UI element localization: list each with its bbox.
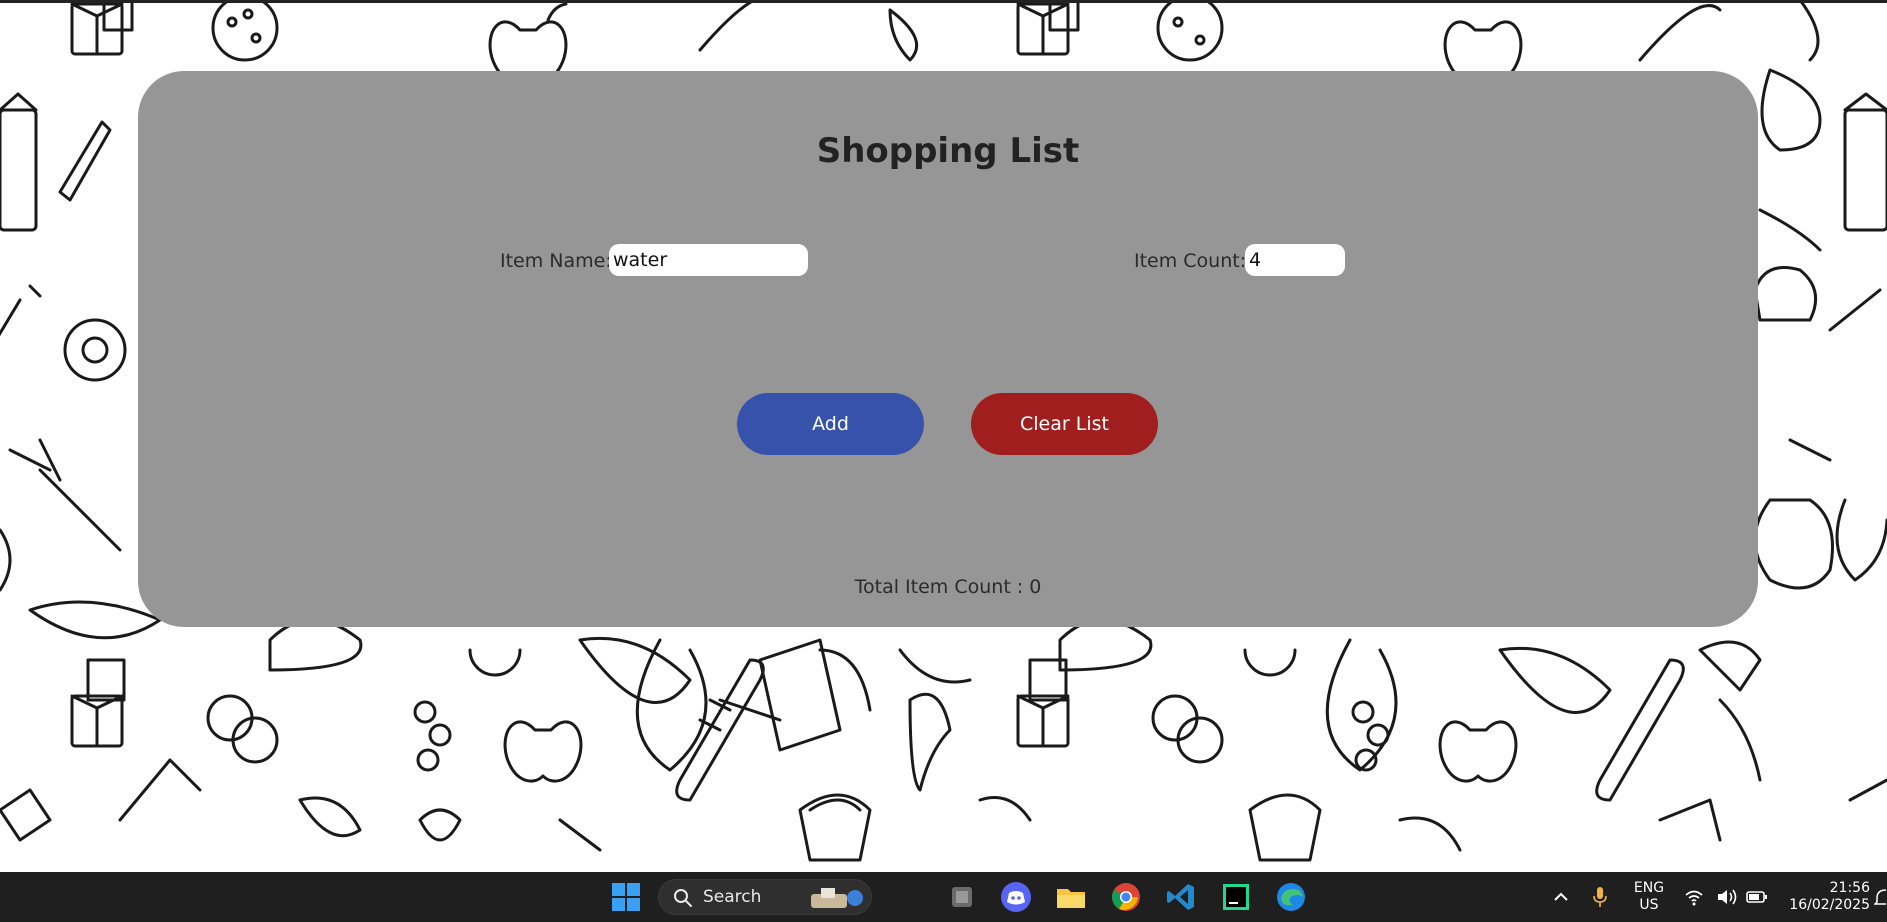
clear-list-button[interactable]: Clear List bbox=[971, 393, 1158, 455]
vscode-icon[interactable] bbox=[1165, 881, 1197, 913]
language-primary: ENG bbox=[1633, 880, 1665, 896]
microphone-icon[interactable] bbox=[1591, 885, 1609, 909]
taskbar-search[interactable]: Search bbox=[658, 879, 872, 915]
chevron-up-icon[interactable] bbox=[1552, 888, 1570, 906]
clock-date: 16/02/2025 bbox=[1789, 897, 1870, 913]
search-icon bbox=[674, 889, 692, 907]
add-button[interactable]: Add bbox=[737, 393, 924, 455]
clion-icon[interactable] bbox=[1220, 881, 1252, 913]
total-item-count: Total Item Count : 0 bbox=[854, 576, 1042, 598]
windows-start-icon[interactable] bbox=[610, 881, 642, 913]
notification-bell-icon[interactable] bbox=[1874, 886, 1887, 908]
battery-icon[interactable] bbox=[1746, 888, 1768, 906]
search-label: Search bbox=[703, 887, 762, 907]
language-secondary: US bbox=[1639, 897, 1659, 913]
files-icon[interactable] bbox=[946, 881, 978, 913]
page-title: Shopping List bbox=[816, 131, 1080, 171]
chrome-icon[interactable] bbox=[1110, 881, 1142, 913]
item-name-label: Item Name: bbox=[500, 250, 612, 272]
window-top-border bbox=[0, 0, 1887, 3]
discord-icon[interactable] bbox=[1000, 881, 1032, 913]
item-name-input[interactable] bbox=[609, 244, 808, 276]
clock-time: 21:56 bbox=[1829, 880, 1870, 896]
language-indicator[interactable]: ENG US bbox=[1630, 880, 1668, 914]
clock[interactable]: 21:56 16/02/2025 bbox=[1782, 880, 1870, 914]
edge-icon[interactable] bbox=[1275, 881, 1307, 913]
search-highlight-icon bbox=[811, 888, 863, 908]
desktop-screen: Shopping List Item Name: Item Count: Add… bbox=[0, 0, 1887, 922]
shopping-list-panel: Shopping List Item Name: Item Count: Add… bbox=[138, 71, 1758, 627]
item-count-label: Item Count: bbox=[1134, 250, 1247, 272]
volume-icon[interactable] bbox=[1716, 887, 1738, 907]
wifi-icon[interactable] bbox=[1684, 887, 1704, 907]
file-explorer-icon[interactable] bbox=[1055, 881, 1087, 913]
taskbar: Search ENG US 21:56 16/02/2025 bbox=[0, 872, 1887, 922]
item-count-input[interactable] bbox=[1245, 244, 1345, 276]
